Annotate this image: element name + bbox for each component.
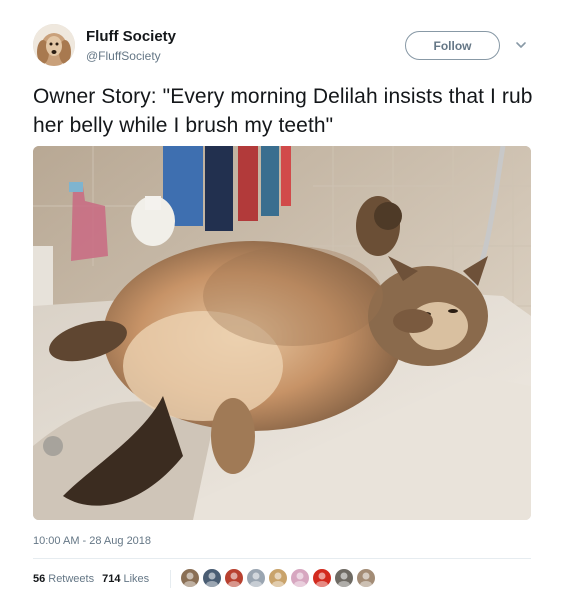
tweet-timestamp[interactable]: 10:00 AM - 28 Aug 2018 (33, 535, 151, 547)
tweet-card: Fluff Society @FluffSociety Follow Owner… (0, 0, 562, 600)
bird-avatar-icon[interactable] (268, 568, 288, 588)
tweet-text: Owner Story: "Every morning Delilah insi… (33, 85, 533, 137)
red-star-avatar-icon[interactable] (312, 568, 332, 588)
likes-stat[interactable]: 714 Likes (102, 573, 149, 585)
dog-avatar-icon[interactable] (180, 568, 200, 588)
author-display-name[interactable]: Fluff Society (86, 28, 176, 45)
divider (33, 558, 531, 559)
tweet-stats: 56 Retweets 714 Likes (33, 573, 149, 585)
cat-avatar-icon[interactable] (334, 568, 354, 588)
liker-avatars (180, 568, 378, 588)
follow-button[interactable]: Follow (405, 31, 500, 60)
cat-on-sink-image (33, 146, 531, 520)
author-avatar[interactable] (33, 24, 75, 66)
dog-avatar-icon (33, 24, 75, 66)
animal-avatar-icon[interactable] (356, 568, 376, 588)
tweet-photo[interactable] (33, 146, 531, 520)
flower-avatar-icon[interactable] (290, 568, 310, 588)
red-avatar-icon[interactable] (224, 568, 244, 588)
chevron-down-icon[interactable] (514, 38, 528, 52)
building-avatar-icon[interactable] (202, 568, 222, 588)
default-avatar-icon[interactable] (246, 568, 266, 588)
retweets-stat[interactable]: 56 Retweets (33, 573, 94, 585)
author-handle[interactable]: @FluffSociety (86, 49, 161, 63)
likes-label: Likes (123, 573, 150, 585)
likes-count: 714 (102, 573, 121, 585)
stats-divider (170, 570, 171, 588)
retweets-count: 56 (33, 573, 46, 585)
retweets-label: Retweets (48, 573, 95, 585)
